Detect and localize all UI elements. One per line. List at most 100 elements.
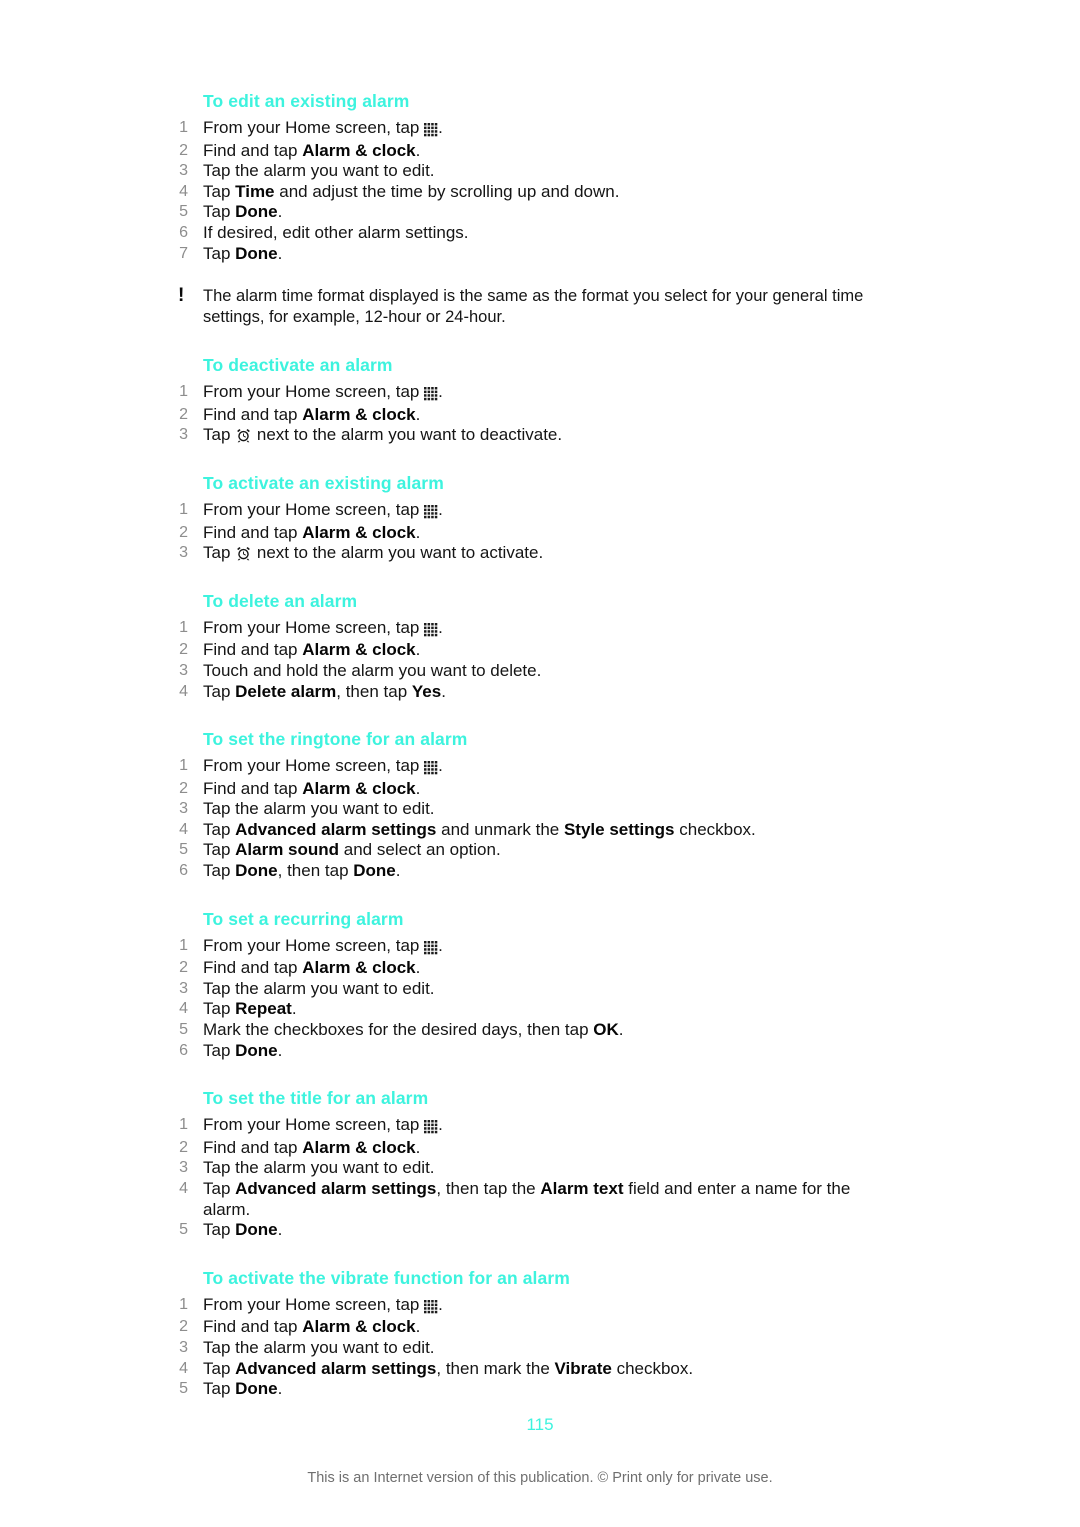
note-text: The alarm time format displayed is the s… — [203, 287, 864, 327]
app-grid-icon — [424, 120, 438, 141]
app-grid-icon — [424, 502, 438, 523]
section-activate-vibrate-function: To activate the vibrate function for an … — [168, 1267, 880, 1400]
step-text: Find and tap Alarm & clock. — [203, 140, 421, 160]
step-text: Tap Repeat. — [203, 999, 297, 1019]
ui-term: Done — [353, 861, 396, 881]
step-text: Tap the alarm you want to edit. — [203, 161, 435, 181]
note-callout: ! The alarm time format displayed is the … — [168, 285, 880, 328]
ui-term: Alarm & clock — [302, 958, 416, 978]
step-number: 1 — [179, 618, 188, 636]
procedure-step: 3 Tap the alarm you want to edit. — [168, 161, 880, 182]
step-text: From your Home screen, tap . — [203, 1295, 880, 1318]
step-number: 1 — [179, 757, 188, 775]
procedure-step: 2 Find and tap Alarm & clock. — [168, 779, 880, 800]
step-text: Find and tap Alarm & clock. — [203, 958, 421, 978]
step-text: Tap Done. — [203, 202, 283, 222]
ui-term: Done — [235, 202, 278, 222]
footer-copyright-note: This is an Internet version of this publ… — [307, 1470, 773, 1486]
step-number: 7 — [179, 244, 188, 262]
ui-term: Alarm text — [540, 1179, 624, 1198]
step-number: 2 — [179, 1138, 188, 1156]
step-text: From your Home screen, tap . — [203, 936, 880, 959]
procedure-step: 3 Touch and hold the alarm you want to de… — [168, 661, 880, 682]
procedure-step: 2 Find and tap Alarm & clock. — [168, 405, 880, 426]
step-text: If desired, edit other alarm settings. — [203, 222, 469, 242]
procedure-step-list: 1 From your Home screen, tap . 2 Find and t… — [168, 118, 880, 264]
step-text: Tap Time and adjust the time by scrollin… — [203, 181, 620, 201]
app-grid-icon — [424, 938, 438, 959]
app-grid-icon — [424, 384, 438, 405]
step-number: 1 — [179, 1116, 188, 1134]
step-text: Find and tap Alarm & clock. — [203, 1137, 421, 1157]
step-number: 2 — [179, 523, 188, 541]
step-number: 4 — [179, 820, 188, 838]
step-text: Tap Alarm sound and select an option. — [203, 840, 501, 860]
step-text: Tap next to the alarm you want to deacti… — [203, 425, 563, 445]
step-number: 3 — [179, 979, 188, 997]
procedure-step: 1 From your Home screen, tap . — [168, 500, 880, 523]
procedure-step: 1 From your Home screen, tap . — [168, 382, 880, 405]
step-text: From your Home screen, tap . — [203, 500, 880, 523]
step-number: 4 — [179, 1359, 188, 1377]
step-number: 3 — [179, 1159, 188, 1177]
procedure-step: 3 Tap next to the alarm you want to activ… — [168, 543, 880, 564]
section-heading: To activate the vibrate function for an … — [203, 1267, 570, 1288]
ui-term: Alarm & clock — [302, 1137, 416, 1157]
procedure-step-list: 1 From your Home screen, tap . 2 Find and t… — [168, 936, 880, 1062]
app-grid-icon — [424, 1297, 438, 1318]
procedure-step: 3 Tap the alarm you want to edit. — [168, 979, 880, 1000]
step-text: Find and tap Alarm & clock. — [203, 404, 421, 424]
step-number: 3 — [179, 661, 188, 679]
procedure-step-list: 1 From your Home screen, tap . 2 Find and t… — [168, 500, 880, 564]
ui-term: Yes — [411, 681, 442, 701]
procedure-step: 2 Find and tap Alarm & clock. — [168, 1138, 880, 1159]
step-text: Tap Advanced alarm settings, then mark t… — [203, 1358, 694, 1378]
step-text: Tap Advanced alarm settings and unmark t… — [203, 819, 756, 839]
ui-term: Done — [235, 861, 278, 881]
step-text: From your Home screen, tap . — [203, 1115, 880, 1138]
procedure-step-list: 1 From your Home screen, tap . 2 Find and t… — [168, 756, 880, 882]
step-number: 6 — [179, 223, 188, 241]
step-text: Tap Done. — [203, 1379, 283, 1399]
section-heading: To deactivate an alarm — [203, 355, 393, 376]
section-edit-existing-alarm: To edit an existing alarm 1 From your Home… — [168, 90, 880, 328]
page-number: 115 — [526, 1415, 554, 1434]
step-text: Tap Advanced alarm settings, then tap th… — [203, 1179, 851, 1219]
ui-term: Done — [235, 243, 278, 263]
procedure-step: 2 Find and tap Alarm & clock. — [168, 523, 880, 544]
section-heading: To activate an existing alarm — [203, 472, 444, 493]
step-text: Find and tap Alarm & clock. — [203, 1317, 421, 1337]
step-number: 2 — [179, 141, 188, 159]
procedure-step: 1 From your Home screen, tap . — [168, 936, 880, 959]
step-number: 2 — [179, 405, 188, 423]
section-delete-an-alarm: To delete an alarm 1 From your Home screen… — [168, 590, 880, 702]
ui-term: Time — [235, 181, 275, 201]
procedure-step-list: 1 From your Home screen, tap . 2 Find and t… — [168, 1295, 880, 1400]
step-number: 4 — [179, 1000, 188, 1018]
procedure-step: 2 Find and tap Alarm & clock. — [168, 141, 880, 162]
step-number: 1 — [179, 500, 188, 518]
procedure-step: 3 Tap the alarm you want to edit. — [168, 799, 880, 820]
procedure-step: 2 Find and tap Alarm & clock. — [168, 958, 880, 979]
procedure-step-list: 1 From your Home screen, tap . 2 Find and t… — [168, 382, 880, 446]
step-number: 4 — [179, 182, 188, 200]
ui-term: Done — [235, 1040, 278, 1060]
step-text: Tap the alarm you want to edit. — [203, 1158, 435, 1178]
ui-term: Alarm & clock — [302, 640, 416, 660]
step-text: Tap the alarm you want to edit. — [203, 799, 435, 819]
step-text: Tap Done. — [203, 1220, 283, 1240]
section-heading: To set the ringtone for an alarm — [203, 729, 468, 750]
step-text: Tap Done. — [203, 1040, 283, 1060]
procedure-step: 5 Tap Done. — [168, 202, 880, 223]
step-text: Tap the alarm you want to edit. — [203, 978, 435, 998]
page-content: To edit an existing alarm 1 From your Home… — [168, 90, 880, 1426]
procedure-step: 5 Tap Done. — [168, 1220, 880, 1241]
step-text: Tap Done, then tap Done. — [203, 861, 401, 881]
step-text: Tap Done. — [203, 243, 283, 263]
ui-term: Repeat — [235, 999, 292, 1019]
procedure-step: 1 From your Home screen, tap . — [168, 118, 880, 141]
section-heading: To set the title for an alarm — [203, 1088, 429, 1109]
step-number: 6 — [179, 1041, 188, 1059]
document-page: To edit an existing alarm 1 From your Home… — [0, 0, 1080, 1527]
step-number: 4 — [179, 682, 188, 700]
